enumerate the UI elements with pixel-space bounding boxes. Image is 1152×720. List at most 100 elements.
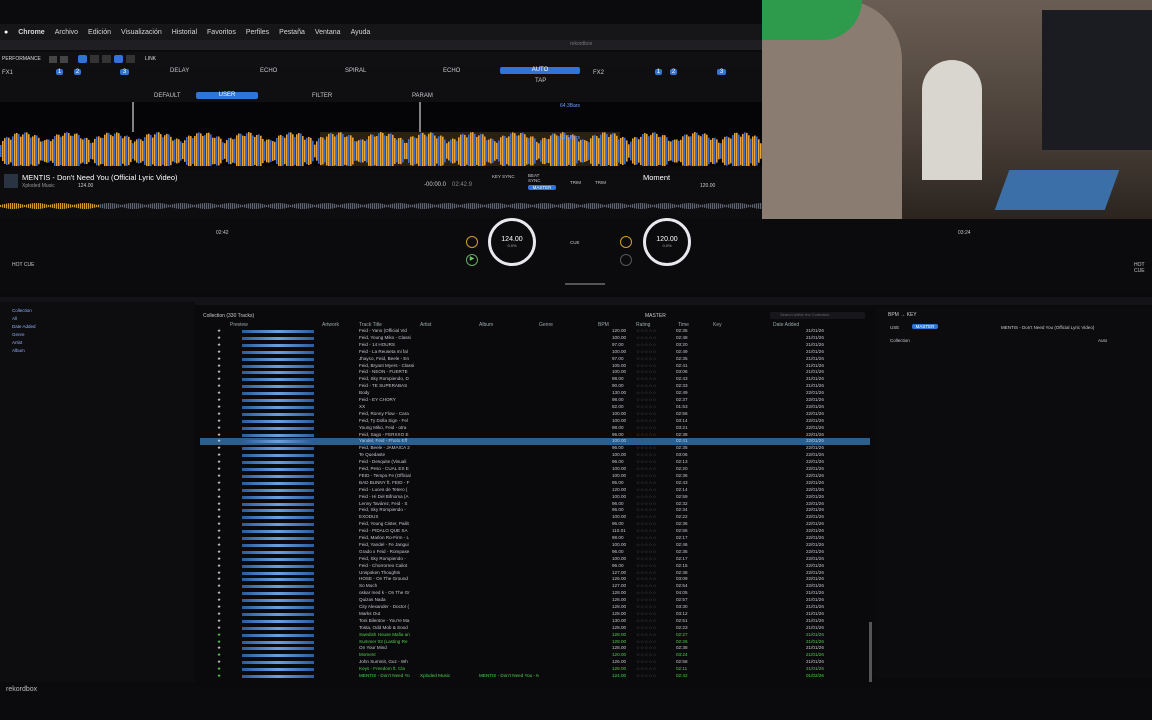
- star-icon[interactable]: ★: [217, 639, 221, 646]
- rating-stars-icon[interactable]: ☆☆☆☆☆: [636, 480, 657, 487]
- track-row[interactable]: ★ Young Miko, Feid - otra 98.00 03:21 22/01/…: [200, 425, 870, 432]
- star-icon[interactable]: ★: [217, 556, 221, 563]
- preview-waveform[interactable]: [242, 468, 314, 471]
- preview-waveform[interactable]: [242, 447, 314, 451]
- star-icon[interactable]: ★: [217, 563, 221, 570]
- right-panel-use[interactable]: USE: [890, 325, 899, 330]
- fx-effect-echo[interactable]: ECHO: [260, 68, 277, 74]
- rating-stars-icon[interactable]: ☆☆☆☆☆: [636, 425, 657, 432]
- fx-auto-button[interactable]: AUTO: [500, 67, 580, 74]
- rating-stars-icon[interactable]: ☆☆☆☆☆: [636, 411, 657, 418]
- preview-waveform[interactable]: [242, 626, 314, 630]
- preview-waveform[interactable]: [242, 578, 314, 582]
- preview-waveform[interactable]: [242, 426, 314, 430]
- layout-icon[interactable]: [48, 55, 57, 63]
- mini-waveforms[interactable]: [0, 196, 762, 216]
- star-icon[interactable]: ★: [217, 328, 221, 335]
- rating-stars-icon[interactable]: ☆☆☆☆☆: [636, 342, 657, 349]
- track-row[interactable]: ★ City Alexander - Doctor (128.00 03:30 21/…: [200, 604, 870, 611]
- star-icon[interactable]: ★: [217, 480, 221, 487]
- star-icon[interactable]: ★: [217, 604, 221, 611]
- star-icon[interactable]: ★: [217, 335, 221, 342]
- track-row[interactable]: ★ EXODUS 100.00 02:22 22/01/26 ☆☆☆☆☆: [200, 514, 870, 521]
- preview-waveform[interactable]: [242, 433, 314, 437]
- rating-stars-icon[interactable]: ☆☆☆☆☆: [636, 514, 657, 521]
- menu-item-favoritos[interactable]: Favoritos: [207, 29, 236, 36]
- star-icon[interactable]: ★: [217, 418, 221, 425]
- rating-stars-icon[interactable]: ☆☆☆☆☆: [636, 501, 657, 508]
- preview-waveform[interactable]: [242, 557, 314, 561]
- track-row[interactable]: ★ Feid, Sky Rompiendo - 96.00 02:34 22/01/26…: [200, 507, 870, 514]
- track-row[interactable]: ★ Feid, Young Miko - Classi 100.00 02:48 21/…: [200, 335, 870, 342]
- star-icon[interactable]: ★: [217, 590, 221, 597]
- preview-waveform[interactable]: [242, 502, 314, 506]
- track-row[interactable]: ★ Feid, Yandel - Fe Jangui 100.00 02:46 22/0…: [200, 542, 870, 549]
- rating-stars-icon[interactable]: ☆☆☆☆☆: [636, 356, 657, 363]
- star-icon[interactable]: ★: [217, 583, 221, 590]
- star-icon[interactable]: ★: [217, 397, 221, 404]
- fx2-num-2[interactable]: 2: [670, 69, 677, 75]
- menu-item-chrome[interactable]: Chrome: [18, 29, 44, 36]
- rating-stars-icon[interactable]: ☆☆☆☆☆: [636, 570, 657, 577]
- preview-waveform[interactable]: [242, 336, 314, 340]
- fx-effect-delay[interactable]: DELAY: [170, 68, 189, 74]
- star-icon[interactable]: ★: [217, 507, 221, 514]
- rating-stars-icon[interactable]: ☆☆☆☆☆: [636, 549, 657, 556]
- preview-waveform[interactable]: [242, 454, 314, 458]
- fx-option-user[interactable]: USER: [196, 92, 258, 99]
- rating-stars-icon[interactable]: ☆☆☆☆☆: [636, 604, 657, 611]
- track-row[interactable]: ★ Feid - TE SUPERABAS 90.00 02:33 21/01/26 ☆☆…: [200, 383, 870, 390]
- rating-stars-icon[interactable]: ☆☆☆☆☆: [636, 349, 657, 356]
- menu-item-ayuda[interactable]: Ayuda: [351, 29, 371, 36]
- preview-waveform[interactable]: [242, 675, 314, 678]
- star-icon[interactable]: ★: [217, 611, 221, 618]
- right-panel-collection[interactable]: Collection: [890, 338, 910, 343]
- sidebar-item-collection[interactable]: Collection: [12, 308, 32, 313]
- track-row[interactable]: ★ XX 82.00 01:53 22/01/26 ☆☆☆☆☆: [200, 404, 870, 411]
- rating-stars-icon[interactable]: ☆☆☆☆☆: [636, 618, 657, 625]
- view-5-icon[interactable]: [125, 55, 135, 63]
- track-row[interactable]: ★ So Much 127.00 02:54 22/01/26 ☆☆☆☆☆: [200, 583, 870, 590]
- view-2-icon[interactable]: [89, 55, 99, 63]
- preview-waveform[interactable]: [242, 371, 314, 375]
- rating-stars-icon[interactable]: ☆☆☆☆☆: [636, 397, 657, 404]
- track-row[interactable]: ★ Grado x Feid - Rompase 96.00 02:35 22/01/2…: [200, 549, 870, 556]
- rating-stars-icon[interactable]: ☆☆☆☆☆: [636, 494, 657, 501]
- menu-item-archivo[interactable]: Archivo: [55, 29, 78, 36]
- star-icon[interactable]: ★: [217, 494, 221, 501]
- track-row[interactable]: ★ Feid - Chorrorreo Caliot 96.00 02:15 22/01…: [200, 563, 870, 570]
- preview-waveform[interactable]: [242, 543, 314, 547]
- preview-waveform[interactable]: [242, 599, 314, 603]
- preview-waveform[interactable]: [242, 668, 314, 672]
- track-row[interactable]: ★ Feid, Young Cister, Pailit 96.00 02:36 22/…: [200, 521, 870, 528]
- preview-waveform[interactable]: [242, 509, 314, 513]
- preview-waveform[interactable]: [242, 378, 314, 382]
- track-row[interactable]: ★ oskar med k - On The Gr 128.00 04:05 21/01…: [200, 590, 870, 597]
- sidebar-item-all[interactable]: All: [12, 316, 17, 321]
- rating-stars-icon[interactable]: ☆☆☆☆☆: [636, 432, 657, 439]
- fx2-num-3[interactable]: 3: [717, 69, 726, 75]
- rating-stars-icon[interactable]: ☆☆☆☆☆: [636, 369, 657, 376]
- deck1-cue-button[interactable]: [466, 236, 478, 248]
- rating-stars-icon[interactable]: ☆☆☆☆☆: [636, 659, 657, 666]
- preview-waveform[interactable]: [242, 661, 314, 665]
- star-icon[interactable]: ★: [217, 521, 221, 528]
- sidebar-item-genre[interactable]: Genre: [12, 332, 25, 337]
- rating-stars-icon[interactable]: ☆☆☆☆☆: [636, 652, 657, 659]
- track-row[interactable]: ★ Feid - Hi Del Bifnoma (A 100.00 02:59 22/0…: [200, 494, 870, 501]
- track-row[interactable]: ★ BAD BUNNY ft. FEID - F 95.00 02:43 22/01/2…: [200, 480, 870, 487]
- preview-waveform[interactable]: [242, 350, 314, 354]
- star-icon[interactable]: ★: [217, 432, 221, 439]
- rating-stars-icon[interactable]: ☆☆☆☆☆: [636, 328, 657, 335]
- track-row[interactable]: ★ Yandel, Feid - Fhoto Eff 100.00 02:41 22/0…: [200, 438, 870, 446]
- track-row[interactable]: ★ Feid, Bryant Myers - Classi 105.00 02:41 2…: [200, 363, 870, 370]
- deck2-cue-button[interactable]: [620, 236, 632, 248]
- rating-stars-icon[interactable]: ☆☆☆☆☆: [636, 404, 657, 411]
- star-icon[interactable]: ★: [217, 570, 221, 577]
- star-icon[interactable]: ★: [217, 501, 221, 508]
- mode-select[interactable]: PERFORMANCE: [2, 56, 41, 62]
- preview-waveform[interactable]: [242, 523, 314, 527]
- preview-waveform[interactable]: [242, 488, 314, 492]
- fx-option-default[interactable]: DEFAULT: [154, 93, 181, 99]
- rating-stars-icon[interactable]: ☆☆☆☆☆: [636, 666, 657, 673]
